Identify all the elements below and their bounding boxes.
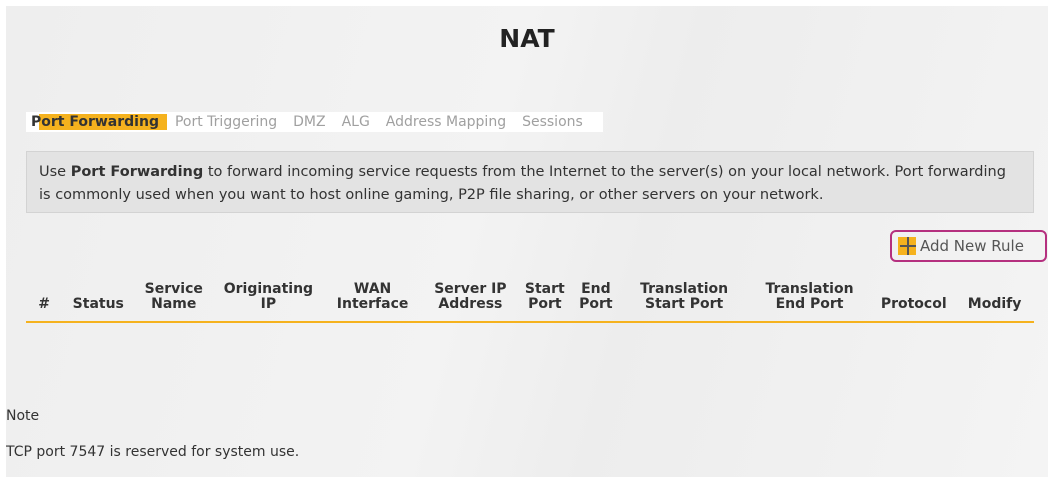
note-text: TCP port 7547 is reserved for system use… bbox=[6, 444, 300, 460]
page-title: NAT bbox=[499, 24, 555, 53]
tab-bar: Port Forwarding Port Triggering DMZ ALG … bbox=[26, 112, 603, 132]
note-title: Note bbox=[6, 408, 40, 424]
column-header-originating-ip: Originating IP bbox=[213, 282, 324, 323]
column-header-wan-interface: WAN Interface bbox=[323, 282, 422, 323]
tab-address-mapping[interactable]: Address Mapping bbox=[378, 114, 514, 130]
plus-icon bbox=[898, 237, 916, 255]
table-header-row: # Status Service Name Originating IP WAN In… bbox=[26, 282, 1034, 323]
tab-port-forwarding[interactable]: Port Forwarding bbox=[26, 114, 167, 130]
add-new-rule-label: Add New Rule bbox=[920, 237, 1024, 255]
tab-alg[interactable]: ALG bbox=[334, 114, 378, 130]
add-new-rule-button[interactable]: Add New Rule bbox=[890, 230, 1047, 262]
nat-page: NAT Port Forwarding Port Triggering DMZ … bbox=[6, 6, 1048, 477]
tab-dmz[interactable]: DMZ bbox=[285, 114, 333, 130]
column-header-protocol: Protocol bbox=[872, 282, 956, 323]
column-header-service-name: Service Name bbox=[134, 282, 214, 323]
info-prefix: Use bbox=[39, 164, 71, 180]
column-header-translation-start-port: Translation Start Port bbox=[621, 282, 747, 323]
column-header-number: # bbox=[26, 282, 63, 323]
port-forwarding-table: # Status Service Name Originating IP WAN In… bbox=[26, 282, 1034, 323]
column-header-server-ip-address: Server IP Address bbox=[421, 282, 520, 323]
tab-sessions[interactable]: Sessions bbox=[514, 114, 591, 130]
tab-port-triggering[interactable]: Port Triggering bbox=[167, 114, 285, 130]
column-header-status: Status bbox=[62, 282, 135, 323]
column-header-modify: Modify bbox=[955, 282, 1034, 323]
column-header-start-port: Start Port bbox=[519, 282, 571, 323]
info-description: Use Port Forwarding to forward incoming … bbox=[26, 151, 1034, 213]
column-header-translation-end-port: Translation End Port bbox=[746, 282, 873, 323]
column-header-end-port: End Port bbox=[570, 282, 622, 323]
info-bold-term: Port Forwarding bbox=[70, 164, 204, 180]
